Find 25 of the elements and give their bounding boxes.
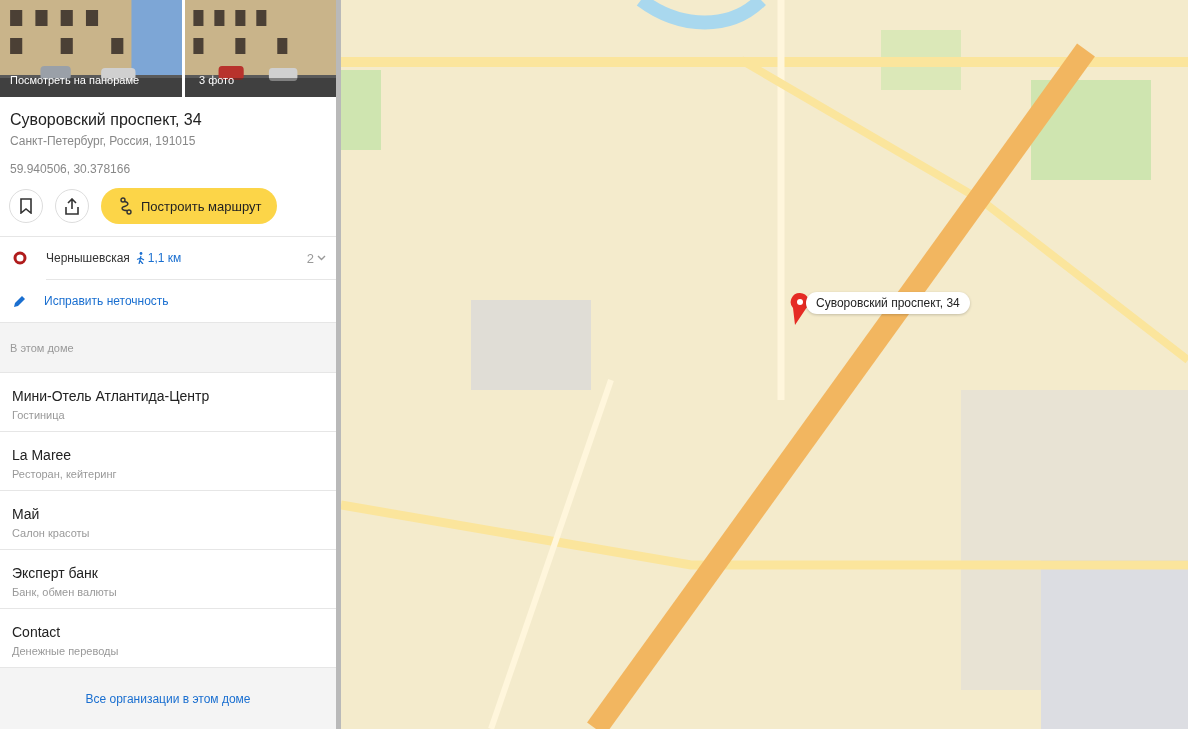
organization-item[interactable]: Мини-Отель Атлантида-Центр Гостиница	[0, 373, 336, 432]
organization-item[interactable]: La Maree Ресторан, кейтеринг	[0, 432, 336, 491]
photo-caption[interactable]: 3 фото	[199, 74, 235, 86]
bookmark-button[interactable]	[9, 189, 43, 223]
share-icon	[64, 197, 80, 215]
bookmark-icon	[19, 198, 33, 214]
marker-label[interactable]: Суворовский проспект, 34	[806, 292, 970, 314]
route-button[interactable]: Построить маршрут	[101, 188, 278, 224]
share-button[interactable]	[55, 189, 89, 223]
section-title: В этом доме	[10, 341, 74, 354]
pencil-icon	[13, 294, 26, 308]
walking-distance: 1,1 км	[147, 251, 182, 265]
walking-person-icon	[135, 252, 145, 264]
route-icon	[119, 197, 133, 215]
metro-station: Чернышевская	[46, 251, 130, 265]
map-pin-icon[interactable]	[790, 292, 810, 326]
chevron-down-icon[interactable]	[317, 255, 326, 261]
coordinates: 59.940506, 30.378166	[10, 162, 132, 176]
place-address: Санкт-Петербург, Россия, 191015	[10, 134, 197, 148]
organization-item[interactable]: Май Салон красоты	[0, 491, 336, 550]
place-title: Суворовский проспект, 34	[10, 111, 203, 129]
fix-link[interactable]: Исправить неточность	[44, 294, 169, 308]
all-organizations-link[interactable]: Все организации в этом доме	[85, 691, 251, 706]
organization-item[interactable]: Эксперт банк Банк, обмен валюты	[0, 550, 336, 609]
metro-icon	[13, 251, 27, 265]
